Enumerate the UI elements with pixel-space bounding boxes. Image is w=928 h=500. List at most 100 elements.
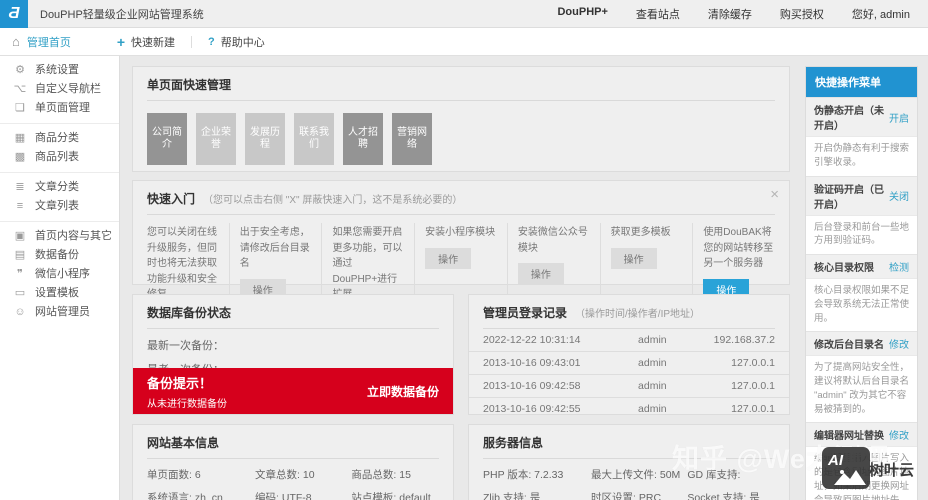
info-cell: Socket 支持: 是 <box>687 486 775 500</box>
info-cell: 编码: UTF-8 <box>255 486 351 500</box>
monitor-icon: ▭ <box>14 287 26 299</box>
sidebar-divider <box>0 221 119 222</box>
info-label: 商品总数: <box>351 469 397 481</box>
quick-menu-item-header: 核心目录权限 检测 <box>806 254 917 280</box>
sidebar-item-label: 单页面管理 <box>35 102 90 114</box>
grid-icon: ▦ <box>14 132 26 144</box>
douphp-logo[interactable]: Ƌ <box>0 0 28 28</box>
quick-new-button[interactable]: + 快速新建 <box>117 34 175 50</box>
panel-title: 快速入门 <box>147 192 196 206</box>
info-value: 10 <box>302 469 315 481</box>
quick-menu-action-link[interactable]: 修改 <box>889 427 909 442</box>
operate-button[interactable]: 操作 <box>610 247 657 269</box>
quick-menu-action-link[interactable]: 修改 <box>889 336 909 351</box>
sidebar-item-label: 网站管理员 <box>35 306 90 318</box>
app-title: DouPHP轻量级企业网站管理系统 <box>40 8 204 21</box>
info-label: 最大上传文件: <box>591 469 657 481</box>
single-page-tile[interactable]: 营销网络 <box>392 113 432 165</box>
info-cell: PHP 版本: 7.2.33 <box>483 463 591 486</box>
top-header-bar: Ƌ DouPHP轻量级企业网站管理系统 DouPHP+ 查看站点 清除缓存 购买授权 您… <box>0 0 928 28</box>
header-link[interactable]: DouPHP+ <box>557 6 607 22</box>
quick-start-text: 安装微信公众号模块 <box>517 227 588 254</box>
info-value: zh_cn <box>194 492 223 500</box>
watermark-brand: 树叶云 <box>869 462 915 479</box>
header-link[interactable]: 您好, admin <box>852 6 910 22</box>
info-label: 编码: <box>255 492 279 500</box>
database-icon: ▤ <box>14 249 26 261</box>
info-label: 时区设置: <box>591 492 636 500</box>
header-link[interactable]: 清除缓存 <box>708 6 752 22</box>
login-records-panel: 管理员登录记录 （操作时间/操作者/IP地址） 2022-12-22 10:31… <box>468 294 790 415</box>
sidebar-item[interactable]: ▩ 商品列表 <box>0 148 119 167</box>
mountain-icon <box>834 470 866 485</box>
panel-title: 数据库备份状态 <box>147 306 232 320</box>
record-ip: 127.0.0.1 <box>731 380 775 392</box>
single-page-tile[interactable]: 公司简介 <box>147 113 187 165</box>
info-label: PHP 版本: <box>483 469 532 481</box>
info-value: 6 <box>194 469 201 481</box>
quick-menu-item-desc: 后台登录和前台一些地方用到验证码。 <box>814 221 910 247</box>
sidebar-item-label: 设置模板 <box>35 287 79 299</box>
sidebar-item[interactable]: ≣ 文章分类 <box>0 178 119 197</box>
user-icon: ☺ <box>14 306 26 318</box>
quick-menu-item-header: 修改后台目录名 修改 <box>806 331 917 357</box>
login-record-row: 2013-10-16 09:42:55 admin 127.0.0.1 <box>469 398 789 420</box>
header-link[interactable]: 查看站点 <box>636 6 680 22</box>
quick-new-label: 快速新建 <box>131 36 176 49</box>
sidebar-divider <box>0 172 119 173</box>
sidebar-item[interactable]: ▦ 商品分类 <box>0 129 119 148</box>
operate-button[interactable]: 操作 <box>517 263 564 284</box>
quick-menu-title: 快捷操作菜单 <box>806 67 917 97</box>
info-cell: 单页面数: 6 <box>147 463 255 486</box>
sidebar-item[interactable]: ❏ 单页面管理 <box>0 99 119 118</box>
backup-now-link[interactable]: 立即数据备份 <box>367 383 439 400</box>
close-icon[interactable]: × <box>770 187 779 202</box>
record-time: 2022-12-22 10:31:14 <box>483 334 581 346</box>
header-link[interactable]: 购买授权 <box>780 6 824 22</box>
info-label: Socket 支持: <box>687 492 747 500</box>
info-value: default <box>399 492 431 500</box>
sidebar-item[interactable]: ▣ 首页内容与其它 <box>0 227 119 246</box>
single-page-tile[interactable]: 企业荣誉 <box>196 113 236 165</box>
site-info-panel: 网站基本信息 单页面数: 6 文章总数: 10 商品总数: 15 系统语言: zh_c… <box>132 424 454 500</box>
info-label: 文章总数: <box>255 469 300 481</box>
list-icon: ≡ <box>16 200 24 212</box>
single-page-tile[interactable]: 发展历程 <box>245 113 285 165</box>
info-cell: 系统语言: zh_cn <box>147 486 255 500</box>
quick-menu-item-desc: 核心目录权限如果不足会导致系统无法正常使用。 <box>814 285 910 324</box>
info-label: 站点模板: <box>351 492 397 500</box>
nav-home[interactable]: ⌂ 管理首页 <box>0 34 71 50</box>
sidebar-item[interactable]: ▭ 设置模板 <box>0 284 119 303</box>
sidebar-item-label: 数据备份 <box>35 249 79 261</box>
quick-menu-action-link[interactable]: 检测 <box>889 259 909 274</box>
sidebar-item[interactable]: ❞ 微信小程序 <box>0 265 119 284</box>
panel-title: 管理员登录记录 <box>483 306 568 320</box>
sidebar-item[interactable]: ≡ 文章列表 <box>0 197 119 216</box>
quick-start-text: 安装小程序模块 <box>425 227 496 238</box>
info-value: PRC <box>638 492 662 500</box>
quick-menu-action-link[interactable]: 开启 <box>889 110 909 125</box>
quick-start-text: 您可以关闭在线升级服务，但同时也将无法获取功能升级和安全修复 <box>147 227 217 300</box>
sidebar-item-label: 文章分类 <box>35 181 79 193</box>
sidebar-item[interactable]: ☺ 网站管理员 <box>0 303 119 322</box>
operate-button[interactable]: 操作 <box>425 247 472 269</box>
single-page-tiles: 公司简介 企业荣誉 发展历程 联系我们 人才招聘 营销网络 <box>133 101 789 165</box>
sidebar-item[interactable]: ⌥ 自定义导航栏 <box>0 80 119 99</box>
header-links: DouPHP+ 查看站点 清除缓存 购买授权 您好, admin <box>557 6 928 22</box>
image-icon: ▣ <box>14 230 26 242</box>
login-record-row: 2013-10-16 09:43:01 admin 127.0.0.1 <box>469 352 789 375</box>
single-page-tile[interactable]: 联系我们 <box>294 113 334 165</box>
info-value: 是 <box>529 492 541 500</box>
single-page-tile[interactable]: 人才招聘 <box>343 113 383 165</box>
help-center-button[interactable]: ? 帮助中心 <box>208 34 265 50</box>
info-label: 单页面数: <box>147 469 192 481</box>
sidebar-item[interactable]: ⚙ 系统设置 <box>0 61 119 80</box>
info-value: 是 <box>749 492 760 500</box>
quick-menu-action-link[interactable]: 关闭 <box>889 188 909 203</box>
ai-image-badge: AI <box>822 447 870 489</box>
sidebar-item[interactable]: ▤ 数据备份 <box>0 246 119 265</box>
record-time: 2013-10-16 09:42:55 <box>483 403 581 415</box>
help-center-label: 帮助中心 <box>220 36 265 49</box>
quick-start-text: 如果您需要开启更多功能，可以通过DouPHP+进行扩展 <box>332 227 403 300</box>
quick-start-text: 出于安全考虑，请修改后台目录名 <box>239 227 310 269</box>
